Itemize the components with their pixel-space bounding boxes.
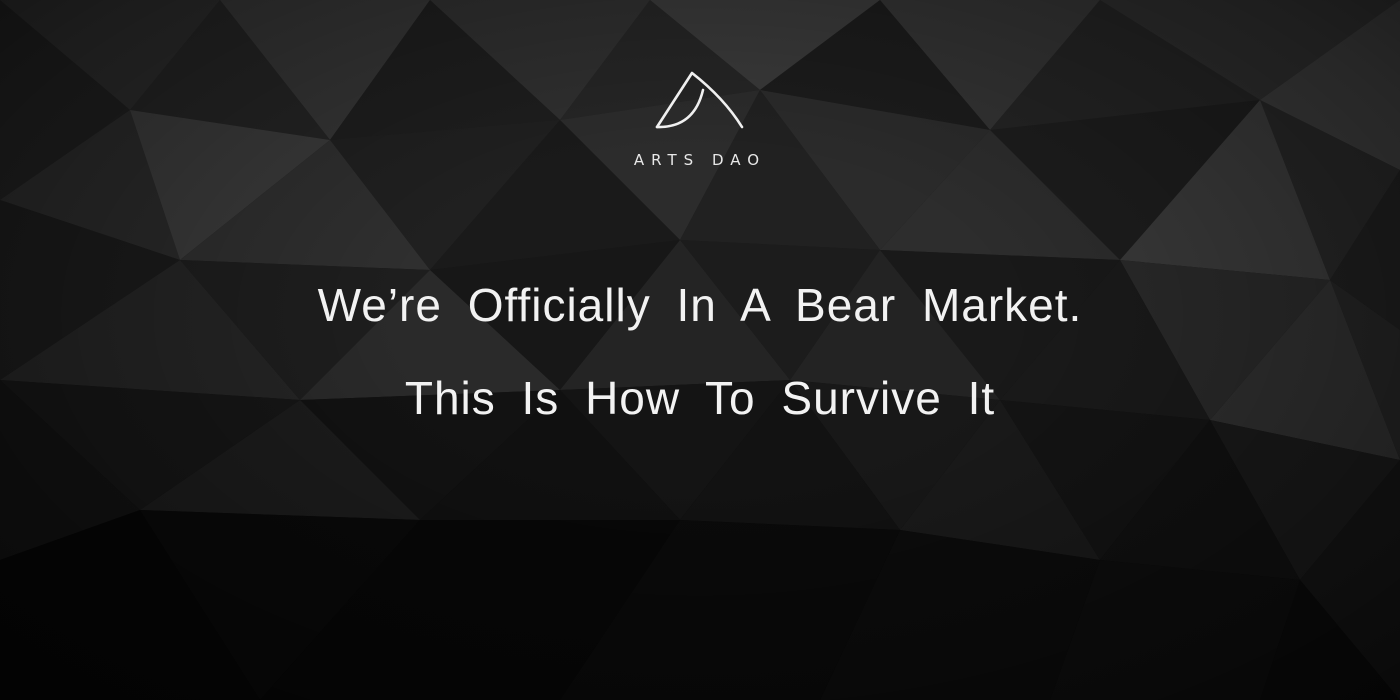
headline-line-1: We’re Officially In A Bear Market. bbox=[317, 279, 1083, 331]
hero-banner: ARTS DAO We’re Officially In A Bear Mark… bbox=[0, 0, 1400, 700]
headline-line-2: This Is How To Survive It bbox=[404, 372, 996, 424]
arts-dao-logo-icon bbox=[655, 71, 744, 129]
brand-name: ARTS DAO bbox=[633, 151, 767, 169]
